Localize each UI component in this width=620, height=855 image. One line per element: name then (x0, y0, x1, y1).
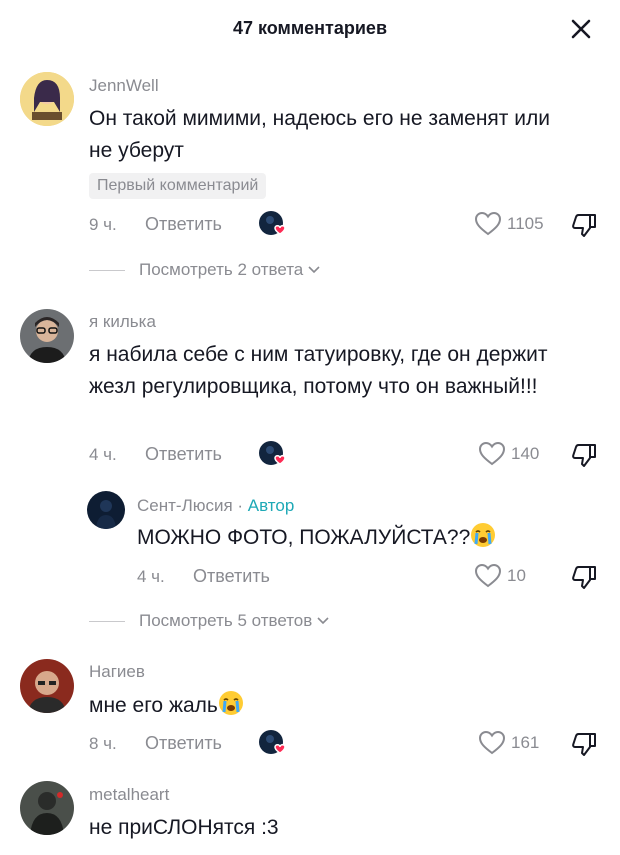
heart-outline-icon (474, 211, 502, 236)
avatar[interactable] (20, 72, 74, 126)
comment-text: не приСЛОНятся :3 (89, 816, 279, 839)
chevron-down-icon (308, 266, 320, 274)
avatar[interactable] (87, 491, 125, 529)
comment-time: 4 ч. (89, 445, 117, 464)
comments-count-title: 47 комментариев (232, 18, 388, 38)
comment-text: я набила себе с ним татуировку, где он д… (89, 343, 548, 398)
like-count: 161 (511, 733, 540, 752)
username[interactable]: Нагиев (89, 662, 145, 682)
avatar[interactable] (20, 309, 74, 363)
heart-outline-icon (474, 563, 502, 588)
close-icon[interactable] (568, 16, 594, 42)
reply-time: 4 ч. (137, 567, 165, 586)
dislike-icon[interactable] (570, 730, 598, 758)
comment-time: 8 ч. (89, 734, 117, 753)
crying-emoji-icon (471, 523, 496, 547)
dislike-icon[interactable] (570, 211, 598, 239)
crying-emoji-icon (218, 691, 243, 715)
like-button[interactable]: 161 (478, 728, 539, 758)
reply-button[interactable]: Ответить (193, 566, 270, 587)
reply-text-content: МОЖНО ФОТО, ПОЖАЛУЙСТА?? (137, 526, 471, 549)
view-replies-label: Посмотреть 5 ответов (139, 611, 313, 630)
like-button[interactable]: 140 (478, 439, 539, 469)
view-replies-label: Посмотреть 2 ответа (139, 260, 304, 279)
like-count: 140 (511, 444, 540, 463)
dislike-icon[interactable] (570, 563, 598, 591)
view-replies-button[interactable]: Посмотреть 2 ответа (89, 260, 321, 280)
username[interactable]: JennWell (89, 76, 159, 96)
separator: · (232, 496, 248, 515)
author-liked-icon (259, 211, 286, 235)
username[interactable]: metalheart (89, 785, 169, 805)
comments-header: 47 комментариев (0, 0, 620, 60)
dislike-icon[interactable] (570, 441, 598, 469)
comment-text: Он такой мимими, надеюсь его не заменят … (89, 107, 550, 162)
author-liked-icon (259, 441, 286, 465)
first-comment-badge: Первый комментарий (89, 173, 267, 199)
author-tag: Автор (247, 496, 295, 515)
chevron-down-icon (317, 617, 329, 625)
author-liked-icon (259, 730, 286, 754)
comment-time: 9 ч. (89, 215, 117, 234)
heart-outline-icon (478, 730, 506, 755)
avatar[interactable] (20, 659, 74, 713)
like-button[interactable]: 10 (474, 561, 526, 591)
avatar[interactable] (20, 781, 74, 835)
divider-line (89, 620, 125, 622)
username[interactable]: Сент-Люсия · Автор (137, 496, 294, 516)
comment-text-content: мне его жаль (89, 694, 218, 717)
reply-button[interactable]: Ответить (145, 733, 222, 754)
like-count: 10 (507, 566, 526, 585)
heart-outline-icon (478, 441, 506, 466)
reply-button[interactable]: Ответить (145, 214, 222, 235)
reply-username[interactable]: Сент-Люсия (137, 496, 233, 515)
comment-text: мне его жаль (89, 690, 244, 722)
reply-button[interactable]: Ответить (145, 444, 222, 465)
like-button[interactable]: 1105 (474, 209, 544, 239)
divider-line (89, 269, 125, 271)
view-replies-button[interactable]: Посмотреть 5 ответов (89, 611, 330, 631)
username[interactable]: я килька (89, 312, 156, 332)
like-count: 1105 (507, 214, 544, 233)
reply-text: МОЖНО ФОТО, ПОЖАЛУЙСТА?? (137, 522, 496, 554)
